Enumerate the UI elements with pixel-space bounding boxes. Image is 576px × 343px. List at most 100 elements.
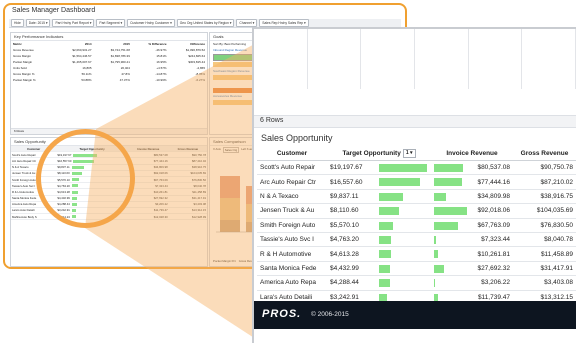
invoice-value: $92,018.06 [477, 207, 510, 215]
row-count-label: 6 Rows [260, 117, 284, 124]
invoice-bar [434, 164, 463, 172]
gross-cell: $8,040.78 [513, 232, 576, 248]
gross-cell: $38,916.75 [513, 189, 576, 205]
customer-cell[interactable]: America Auto Repa [257, 275, 327, 291]
sales-opportunity-table: Customer Target Opportunity 1 ▾ Invoice R… [257, 147, 576, 320]
target-bar [379, 250, 391, 259]
target-bar [379, 164, 427, 172]
customer-cell[interactable]: Arc Auto Repair Ctr [257, 174, 327, 190]
target-cell: $4,432.99 [327, 261, 431, 277]
target-bar [379, 235, 391, 244]
opportunity-row[interactable]: Smith Foreign Auto $5,570.10 $67,763.09 $76… [257, 218, 576, 233]
pros-logo: PROS. [262, 308, 302, 320]
zoom-column [415, 29, 469, 89]
invoice-bar [434, 192, 446, 201]
zoom-column [254, 29, 308, 89]
target-value: $19,197.67 [330, 164, 363, 172]
zoom-column [469, 29, 523, 89]
invoice-value: $80,537.08 [477, 164, 510, 172]
target-bar [379, 221, 393, 230]
invoice-bar [434, 264, 444, 273]
target-cell: $8,110.60 [327, 203, 431, 219]
target-cell: $4,288.44 [327, 275, 431, 291]
gross-cell: $31,417.91 [513, 261, 576, 277]
invoice-bar [434, 207, 467, 216]
column-header-customer[interactable]: Customer [257, 147, 327, 161]
customer-cell[interactable]: Santa Monica Fede [257, 261, 327, 277]
copyright-text: © 2006-2015 [311, 311, 349, 318]
gross-cell: $104,035.69 [513, 203, 576, 219]
opportunity-row[interactable]: Scott's Auto Repair $19,197.67 $80,537.08 $… [257, 160, 576, 176]
gross-cell: $3,403.08 [513, 275, 576, 291]
target-bar [379, 207, 400, 216]
column-header-target[interactable]: Target Opportunity 1 ▾ [327, 147, 431, 161]
target-value: $4,763.20 [330, 236, 359, 244]
target-bar [379, 264, 391, 273]
target-value: $4,613.28 [330, 250, 359, 258]
invoice-value: $11,739.47 [477, 293, 510, 301]
invoice-cell: $27,692.32 [431, 261, 513, 277]
invoice-bar [434, 279, 436, 288]
target-bar [379, 178, 421, 187]
invoice-value: $10,261.81 [477, 250, 510, 258]
invoice-cell: $10,261.81 [431, 246, 513, 262]
invoice-cell: $34,809.98 [431, 189, 513, 205]
target-cell: $16,557.60 [327, 174, 431, 190]
target-value: $8,110.60 [330, 207, 359, 215]
invoice-cell: $7,323.44 [431, 232, 513, 248]
customer-cell[interactable]: N & A Texaco [257, 189, 327, 205]
target-cell: $4,613.28 [327, 246, 431, 262]
invoice-bar [434, 235, 437, 244]
invoice-cell: $67,763.09 [431, 218, 513, 233]
zoomed-view: 6 Rows Sales Opportunity Customer Target… [252, 27, 576, 343]
invoice-value: $67,763.09 [477, 221, 510, 229]
target-value: $4,432.99 [330, 264, 359, 272]
customer-cell[interactable]: Scott's Auto Repair [257, 160, 327, 176]
opportunity-row[interactable]: Arc Auto Repair Ctr $16,557.60 $77,444.16 $… [257, 174, 576, 190]
invoice-value: $34,809.98 [477, 192, 510, 200]
invoice-cell: $77,444.16 [431, 174, 513, 190]
opportunity-row[interactable]: Jensen Truck & Au $8,110.60 $92,018.06 $104… [257, 203, 576, 219]
zoom-goals-strip [254, 29, 576, 89]
customer-cell[interactable]: Smith Foreign Auto [257, 218, 327, 233]
zoom-column [361, 29, 416, 89]
invoice-bar [434, 178, 462, 187]
invoice-value: $77,444.16 [477, 178, 510, 186]
customer-cell[interactable]: Tassie's Auto Svc I [257, 232, 327, 248]
gross-cell: $90,750.78 [513, 160, 576, 176]
target-value: $16,557.60 [330, 178, 363, 186]
opportunity-row[interactable]: America Auto Repa $4,288.44 $3,206.22 $3,40… [257, 275, 576, 291]
customer-cell[interactable]: Jensen Truck & Au [257, 203, 327, 219]
invoice-value: $7,323.44 [481, 236, 510, 244]
customer-cell[interactable]: R & H Automotive [257, 246, 327, 262]
column-header-gross[interactable]: Gross Revenue [513, 147, 576, 161]
opportunity-row[interactable]: R & H Automotive $4,613.28 $10,261.81 $11,4… [257, 246, 576, 262]
rows-strip: 6 Rows [254, 115, 576, 128]
invoice-value: $3,206.22 [481, 279, 510, 287]
footer-bar: PROS. © 2006-2015 [254, 301, 576, 329]
target-cell: $19,197.67 [327, 160, 431, 176]
sort-dropdown-button[interactable]: 1 ▾ [402, 149, 416, 158]
target-value: $3,242.91 [330, 293, 359, 301]
column-header-target-label: Target Opportunity [342, 150, 401, 158]
sales-opportunity-title: Sales Opportunity [261, 133, 333, 143]
gross-cell: $11,458.89 [513, 246, 576, 262]
invoice-bar [434, 221, 458, 230]
opportunity-row[interactable]: Santa Monica Fede $4,432.99 $27,692.32 $31,… [257, 261, 576, 277]
invoice-cell: $80,537.08 [431, 160, 513, 176]
invoice-cell: $3,206.22 [431, 275, 513, 291]
target-cell: $4,763.20 [327, 232, 431, 248]
invoice-value: $27,692.32 [477, 264, 510, 272]
invoice-cell: $92,018.06 [431, 203, 513, 219]
opportunity-row[interactable]: Tassie's Auto Svc I $4,763.20 $7,323.44 $8,… [257, 232, 576, 248]
zoom-column [522, 29, 576, 89]
target-bar [379, 279, 390, 288]
invoice-bar [434, 250, 438, 259]
opportunity-row[interactable]: N & A Texaco $9,837.11 $34,809.98 $38,916.7… [257, 189, 576, 205]
target-value: $4,288.44 [330, 279, 359, 287]
target-cell: $5,570.10 [327, 218, 431, 233]
column-header-invoice[interactable]: Invoice Revenue [431, 147, 513, 161]
gross-cell: $76,830.50 [513, 218, 576, 233]
target-value: $9,837.11 [330, 192, 359, 200]
target-value: $5,570.10 [330, 221, 359, 229]
